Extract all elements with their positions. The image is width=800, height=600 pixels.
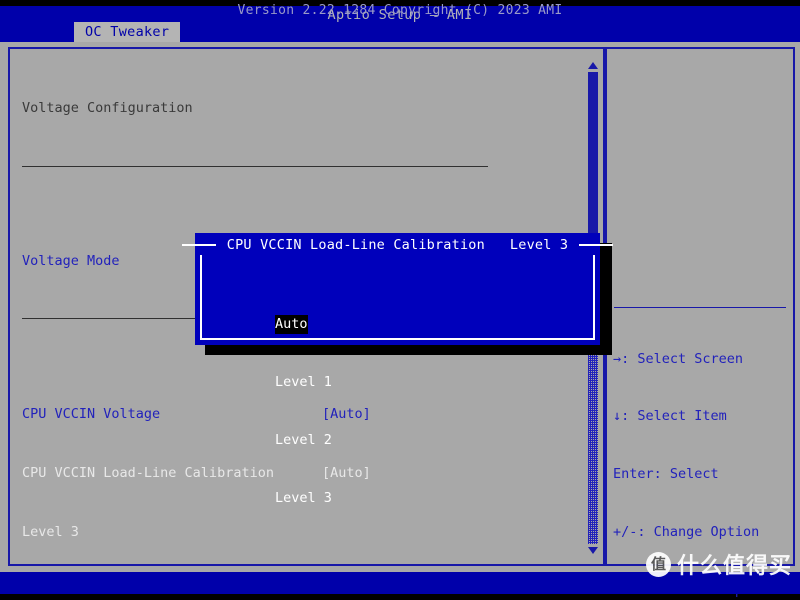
- tab-oc-tweaker[interactable]: OC Tweaker: [74, 22, 181, 42]
- popup-option-level-2[interactable]: Level 2: [275, 431, 332, 450]
- popup-option-row[interactable]: Auto: [210, 296, 585, 335]
- version-text: Version 2.22.1284 Copyright (C) 2023 AMI: [237, 3, 563, 18]
- watermark-logo-icon: 值: [645, 551, 671, 577]
- watermark-text: 什么值得买: [676, 554, 792, 579]
- popup-option-auto[interactable]: Auto: [275, 314, 308, 335]
- scroll-up-arrow-icon[interactable]: [588, 62, 598, 69]
- title-dash-right: [579, 244, 614, 246]
- option-popup-dialog: CPU VCCIN Load-Line Calibration Level 3 …: [181, 233, 614, 506]
- popup-option-list: Auto Level 1 Level 2 Level 3: [210, 257, 585, 527]
- title-dash-left: [181, 244, 216, 246]
- popup-title: CPU VCCIN Load-Line Calibration Level 3: [221, 235, 574, 255]
- popup-option-level-1[interactable]: Level 1: [275, 373, 332, 392]
- popup-titlebar: CPU VCCIN Load-Line Calibration Level 3: [181, 235, 614, 255]
- bios-setup-screen: Aptio Setup – AMI OC Tweaker Voltage Con…: [0, 0, 800, 600]
- key-help-enter-select: Enter: Select: [613, 466, 719, 483]
- key-help-change-option: +/-: Change Option: [613, 524, 760, 541]
- section-title: Voltage Configuration: [22, 100, 193, 117]
- row-label: CPU VCCIN Voltage: [22, 406, 161, 423]
- popup-option-level-3[interactable]: Level 3: [275, 489, 332, 508]
- row-label: Level 3: [22, 524, 79, 541]
- popup-option-row[interactable]: Level 1: [210, 353, 585, 390]
- row-label: Voltage Mode: [22, 253, 120, 270]
- key-help-select-item: ↓: Select Item: [613, 408, 727, 425]
- scroll-down-arrow-icon[interactable]: [588, 547, 598, 554]
- help-divider: [614, 307, 786, 308]
- section-title-row: Voltage Configuration: [22, 99, 580, 119]
- watermark: 值 什么值得买: [645, 549, 792, 579]
- popup-option-row[interactable]: Level 2: [210, 411, 585, 448]
- tab-bar: OC Tweaker: [0, 22, 800, 42]
- key-help-select-screen: →: Select Screen: [613, 350, 744, 367]
- divider: [22, 165, 488, 167]
- popup-option-row[interactable]: Level 3: [210, 469, 585, 506]
